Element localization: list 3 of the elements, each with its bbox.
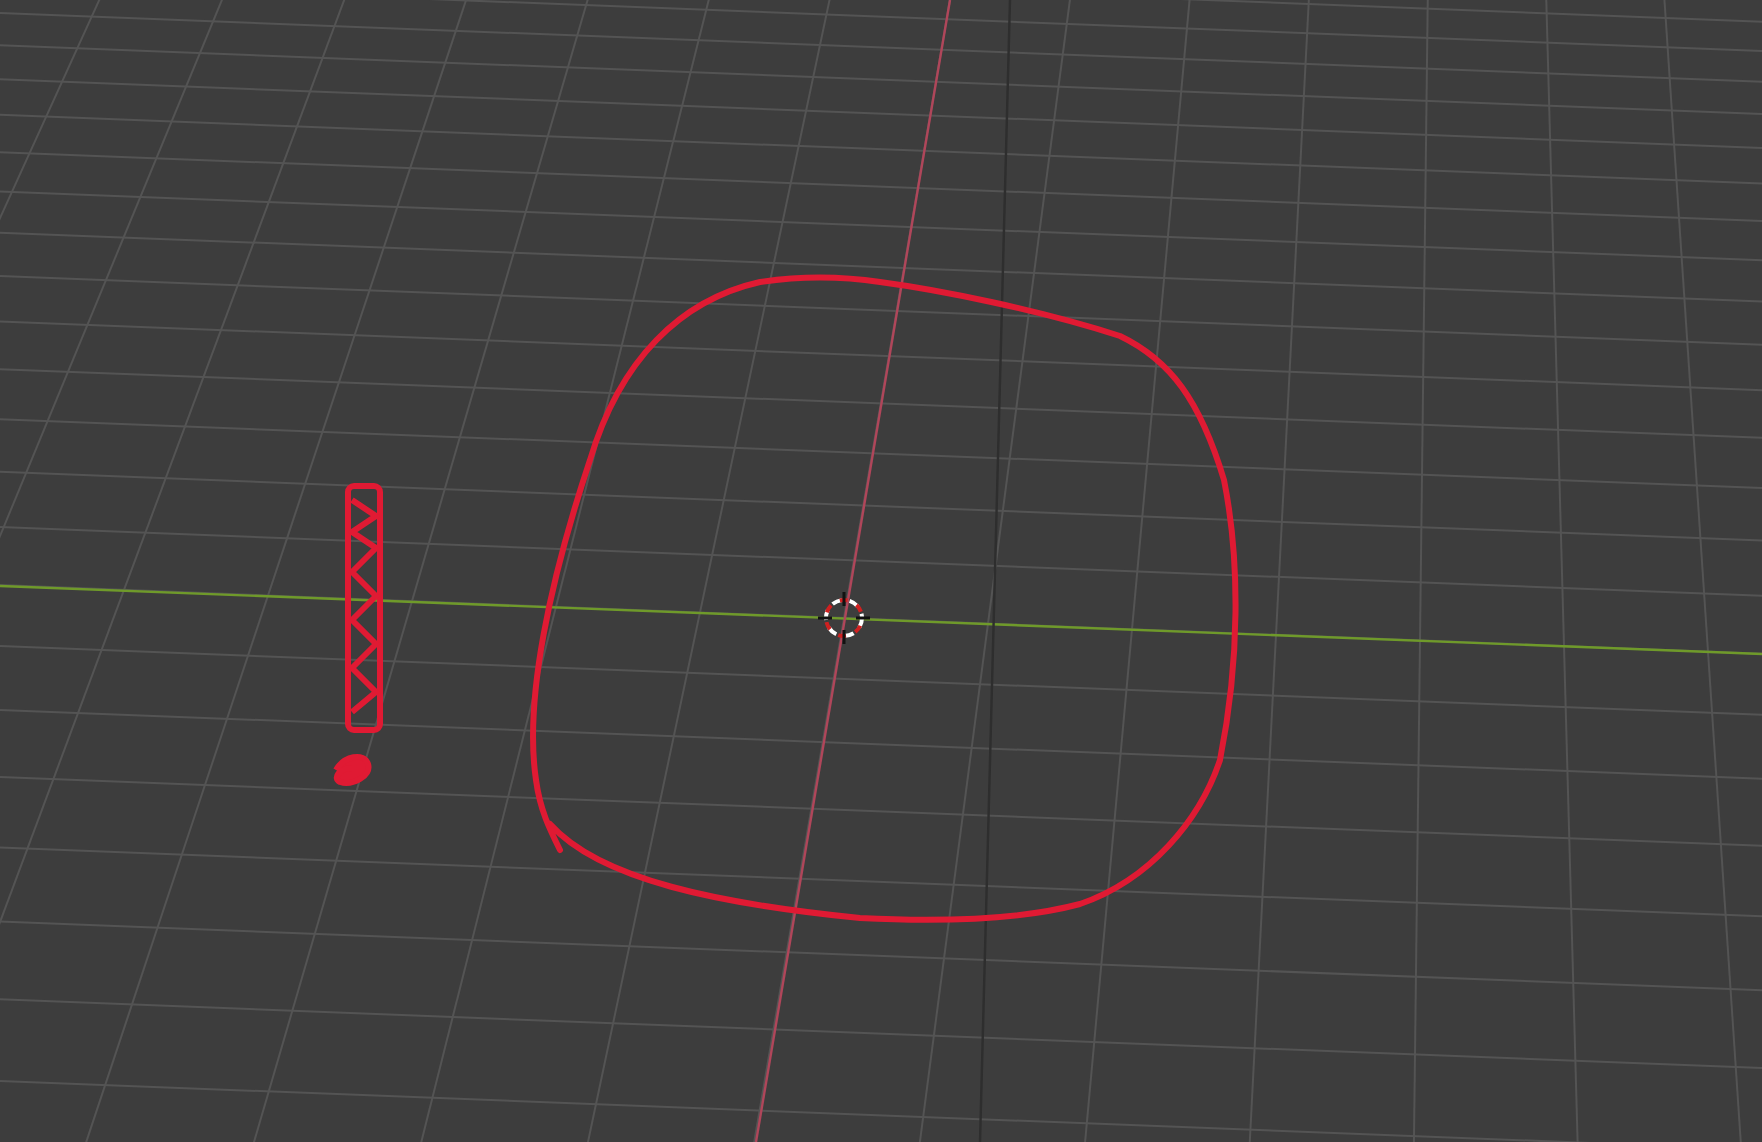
scribble-mark[interactable] [333,753,372,786]
zigzag-stroke-drawing[interactable] [345,483,383,733]
3d-cursor-icon[interactable] [818,592,870,644]
